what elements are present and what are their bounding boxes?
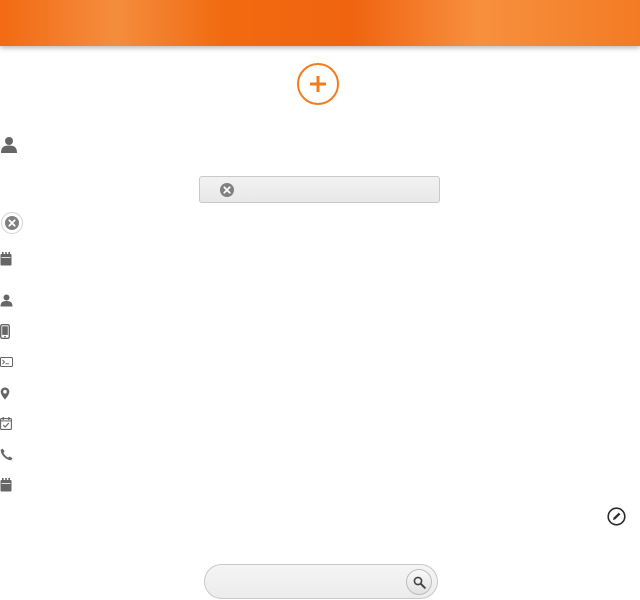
- calendar-small-icon: [0, 478, 12, 492]
- search-field[interactable]: [199, 176, 440, 203]
- edit-icon: [607, 507, 626, 526]
- calendar-check-icon: [0, 417, 12, 430]
- search-input[interactable]: [240, 180, 434, 201]
- add-button[interactable]: [297, 63, 339, 105]
- clear-circle-icon: [5, 216, 19, 230]
- calendar-icon[interactable]: [0, 252, 12, 266]
- clear-icon[interactable]: [220, 183, 234, 197]
- bottom-search-bar[interactable]: [204, 564, 438, 599]
- location-pin-icon: [0, 387, 10, 400]
- plus-icon: [310, 76, 326, 92]
- bottom-search-input[interactable]: [219, 572, 403, 594]
- mobile-phone-icon: [0, 324, 10, 339]
- user-icon[interactable]: [0, 136, 18, 154]
- terminal-icon: [0, 357, 13, 367]
- user-small-icon: [0, 294, 13, 307]
- search-icon: [413, 576, 426, 589]
- edit-button[interactable]: [607, 507, 626, 526]
- header-bar: [0, 0, 640, 46]
- search-button[interactable]: [406, 569, 432, 595]
- phone-icon: [0, 448, 13, 461]
- clear-circle-button[interactable]: [1, 212, 23, 234]
